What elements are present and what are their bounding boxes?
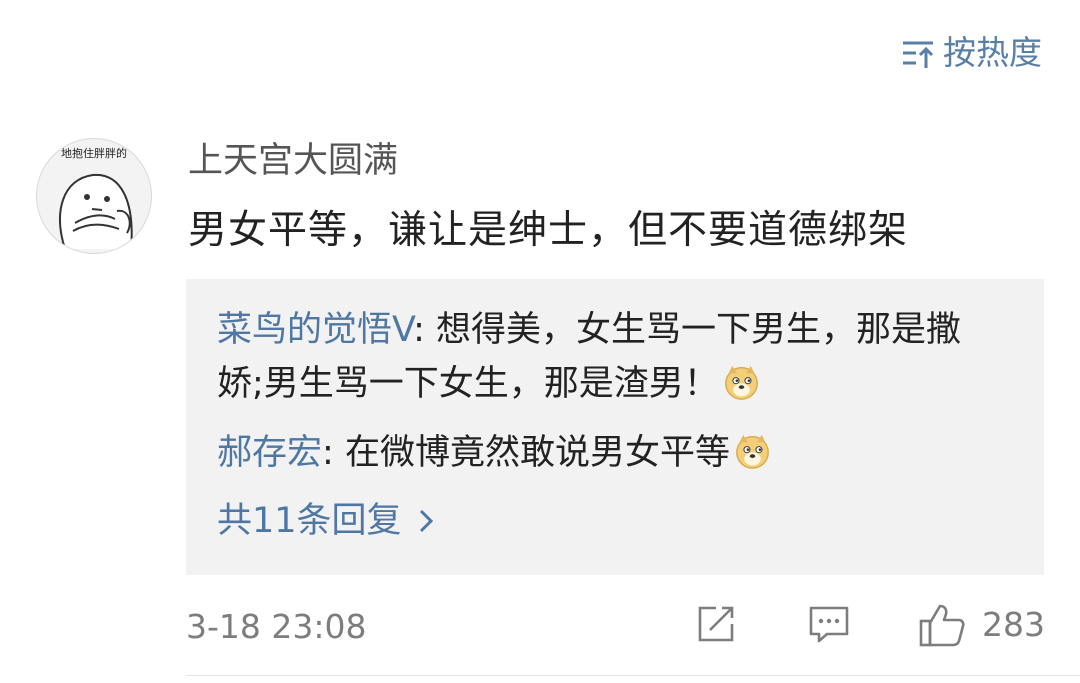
sort-by-popularity-button[interactable]: 按热度 <box>901 30 1042 76</box>
chevron-right-icon <box>419 509 433 533</box>
avatar[interactable]: 地抱住胖胖的 <box>36 138 152 254</box>
comment-icon <box>809 606 849 643</box>
replies-box[interactable]: 菜鸟的觉悟V: 想得美，女生骂一下男生，那是撒娇;男生骂一下女生，那是渣男！ 郝… <box>186 279 1044 575</box>
reply-separator: : <box>322 433 345 473</box>
more-replies-label: 共11条回复 <box>217 501 402 541</box>
reply-separator: : <box>413 310 437 350</box>
comment-text: 男女平等，谦让是绅士，但不要道德绑架 <box>188 208 909 253</box>
reply-item[interactable]: 菜鸟的觉悟V: 想得美，女生骂一下男生，那是撒娇;男生骂一下女生，那是渣男！ <box>217 303 1004 411</box>
avatar-caption: 地抱住胖胖的 <box>61 147 127 160</box>
like-button[interactable]: 283 <box>918 602 1045 648</box>
reply-author[interactable]: 郝存宏 <box>217 433 322 473</box>
like-count: 283 <box>982 605 1045 644</box>
sort-icon <box>903 41 934 68</box>
comment-card: 按热度 地抱住胖胖的 上天宫大圆满 男女平等，谦让是绅士，但不要道德绑架 菜鸟的… <box>0 0 1080 683</box>
reply-text: 在微博竟然敢说男女平等 <box>344 433 730 473</box>
doge-emoji-icon <box>736 434 769 469</box>
divider <box>186 675 1080 676</box>
thumbs-up-icon <box>919 604 965 647</box>
sort-label: 按热度 <box>943 33 1042 72</box>
share-button[interactable] <box>694 602 738 646</box>
reply-author[interactable]: 菜鸟的觉悟V <box>217 310 413 350</box>
reply-button[interactable] <box>807 602 851 646</box>
view-all-replies-link[interactable]: 共11条回复 <box>217 494 434 548</box>
reply-item[interactable]: 郝存宏: 在微博竟然敢说男女平等 <box>217 426 1004 480</box>
comment-timestamp: 3-18 23:08 <box>186 607 367 646</box>
doge-emoji-icon <box>724 365 758 400</box>
comment-username[interactable]: 上天宫大圆满 <box>188 136 398 186</box>
share-icon <box>698 606 734 642</box>
